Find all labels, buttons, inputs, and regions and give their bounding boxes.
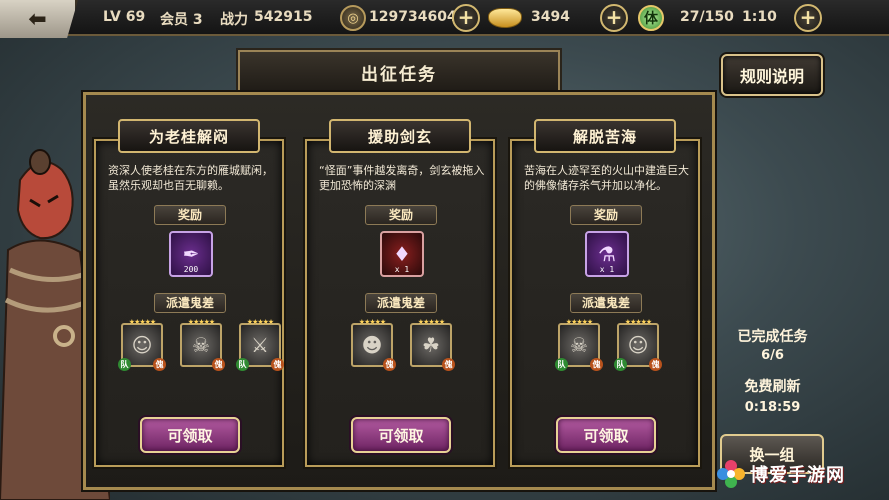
completed-missions-value: 6/6 (761, 348, 784, 363)
ghost-tag: 傀 (649, 358, 662, 371)
coin-icon: ◎ (340, 5, 366, 31)
stamina-timer: 1:10 (742, 9, 777, 25)
completed-missions-label: 已完成任务 (737, 329, 808, 345)
hero-slot[interactable]: ★★★★★ ☘ 傀 (410, 318, 455, 371)
reward-label: 奖励 (154, 205, 226, 225)
hero-slot[interactable]: ★★★★★ ☺ 队 傀 (614, 318, 662, 371)
vip-level: 会员 3 (160, 12, 203, 28)
reward-label: 奖励 (365, 205, 437, 225)
dispatch-label: 派遣鬼差 (365, 293, 437, 313)
mission-title: 为老桂解闷 (118, 119, 260, 153)
hero-slot[interactable]: ★★★★★ ☻ 傀 (351, 318, 396, 371)
star-rating: ★★★★★ (246, 318, 274, 326)
mission-card: 为老桂解闷 资深人使老桂在东方的雁城赋闲，虽然乐观却也百无聊赖。 奖励 ✒ 20… (94, 119, 284, 467)
mission-description: 苦海在人迹罕至的火山中建造巨大的佛像储存杀气并加以净化。 (524, 164, 689, 192)
mission-title: 解脱苦海 (534, 119, 676, 153)
add-stamina-button[interactable]: + (794, 4, 822, 32)
flower-logo-icon (717, 460, 745, 488)
rules-button[interactable]: 规则说明 (721, 54, 823, 96)
lantern-icon: ♦ (393, 242, 411, 266)
mission-description: “怪面”事件越发离奇，剑玄被拖入更加恐怖的深渊 (319, 164, 485, 192)
ghost-tag: 傀 (212, 358, 225, 371)
ghost-tag: 傀 (590, 358, 603, 371)
power-value: 542915 (254, 9, 313, 25)
ghost-tag: 傀 (383, 358, 396, 371)
hero-portrait-icon: ☺ (131, 333, 153, 357)
reward-count: x 1 (394, 265, 410, 274)
claim-button[interactable]: 可领取 (351, 417, 451, 453)
team-tag: 队 (614, 358, 627, 371)
reward-label: 奖励 (570, 205, 642, 225)
mission-panel: 为老桂解闷 资深人使老桂在东方的雁城赋闲，虽然乐观却也百无聊赖。 奖励 ✒ 20… (83, 92, 715, 490)
potion-icon: ⚗ (598, 242, 616, 266)
top-bar: ⬅ LV 69 会员 3 战力 542915 ◎ 129734604 + 349… (0, 0, 889, 38)
dispatch-label: 派遣鬼差 (570, 293, 642, 313)
watermark-text: 博爱手游网 (750, 465, 845, 486)
star-rating: ★★★★★ (624, 318, 652, 326)
free-refresh-label: 免费刷新 (744, 379, 801, 395)
back-button[interactable]: ⬅ (0, 0, 78, 38)
team-tag: 队 (236, 358, 249, 371)
reward-count: x 1 (599, 265, 615, 274)
claim-button[interactable]: 可领取 (556, 417, 656, 453)
mission-card: 解脱苦海 苦海在人迹罕至的火山中建造巨大的佛像储存杀气并加以净化。 奖励 ⚗ x… (510, 119, 700, 467)
hero-slot[interactable]: ★★★★★ ☠ 队 傀 (555, 318, 603, 371)
hero-slot[interactable]: ★★★★★ ☠ 傀 (180, 318, 225, 371)
site-watermark: 博爱手游网 (716, 450, 886, 498)
hero-portrait-icon: ☻ (361, 333, 383, 357)
dispatch-label: 派遣鬼差 (154, 293, 226, 313)
reward-count: 200 (183, 265, 199, 274)
reward-item[interactable]: ♦ x 1 (380, 231, 424, 277)
star-rating: ★★★★★ (565, 318, 593, 326)
hero-slot[interactable]: ★★★★★ ☺ 队 傀 (118, 318, 166, 371)
hero-portrait-icon: ☘ (422, 333, 440, 357)
power-label: 战力 (220, 12, 248, 28)
mission-description: 资深人使老桂在东方的雁城赋闲，虽然乐观却也百无聊赖。 (108, 164, 273, 192)
star-rating: ★★★★★ (187, 318, 215, 326)
ghost-tag: 傀 (271, 358, 284, 371)
team-tag: 队 (118, 358, 131, 371)
stamina-icon: 体 (638, 5, 664, 31)
coin-amount: 129734604 (369, 9, 457, 25)
claim-button[interactable]: 可领取 (140, 417, 240, 453)
star-rating: ★★★★★ (128, 318, 156, 326)
feather-icon: ✒ (182, 242, 200, 266)
hero-portrait-icon: ☺ (627, 333, 649, 357)
hero-portrait-icon: ☠ (192, 333, 210, 357)
hero-portrait-icon: ⚔ (251, 333, 269, 357)
refresh-timer: 0:18:59 (744, 400, 801, 415)
mission-title: 援助剑玄 (329, 119, 471, 153)
stamina-value: 27/150 (680, 9, 734, 25)
player-level: LV 69 (103, 9, 146, 25)
page-title: 出征任务 (236, 48, 562, 96)
ingot-amount: 3494 (531, 9, 570, 25)
mission-card: 援助剑玄 “怪面”事件越发离奇，剑玄被拖入更加恐怖的深渊 奖励 ♦ x 1 派遣… (305, 119, 495, 467)
ingot-icon (488, 8, 522, 28)
reward-item[interactable]: ⚗ x 1 (585, 231, 629, 277)
star-rating: ★★★★★ (358, 318, 386, 326)
add-ingots-button[interactable]: + (600, 4, 628, 32)
add-coins-button[interactable]: + (452, 4, 480, 32)
reward-item[interactable]: ✒ 200 (169, 231, 213, 277)
ghost-tag: 傀 (153, 358, 166, 371)
back-arrow-icon: ⬅ (28, 6, 47, 32)
hero-portrait-icon: ☠ (570, 333, 588, 357)
hero-slot[interactable]: ★★★★★ ⚔ 队 傀 (236, 318, 284, 371)
ghost-tag: 傀 (442, 358, 455, 371)
team-tag: 队 (555, 358, 568, 371)
star-rating: ★★★★★ (417, 318, 445, 326)
